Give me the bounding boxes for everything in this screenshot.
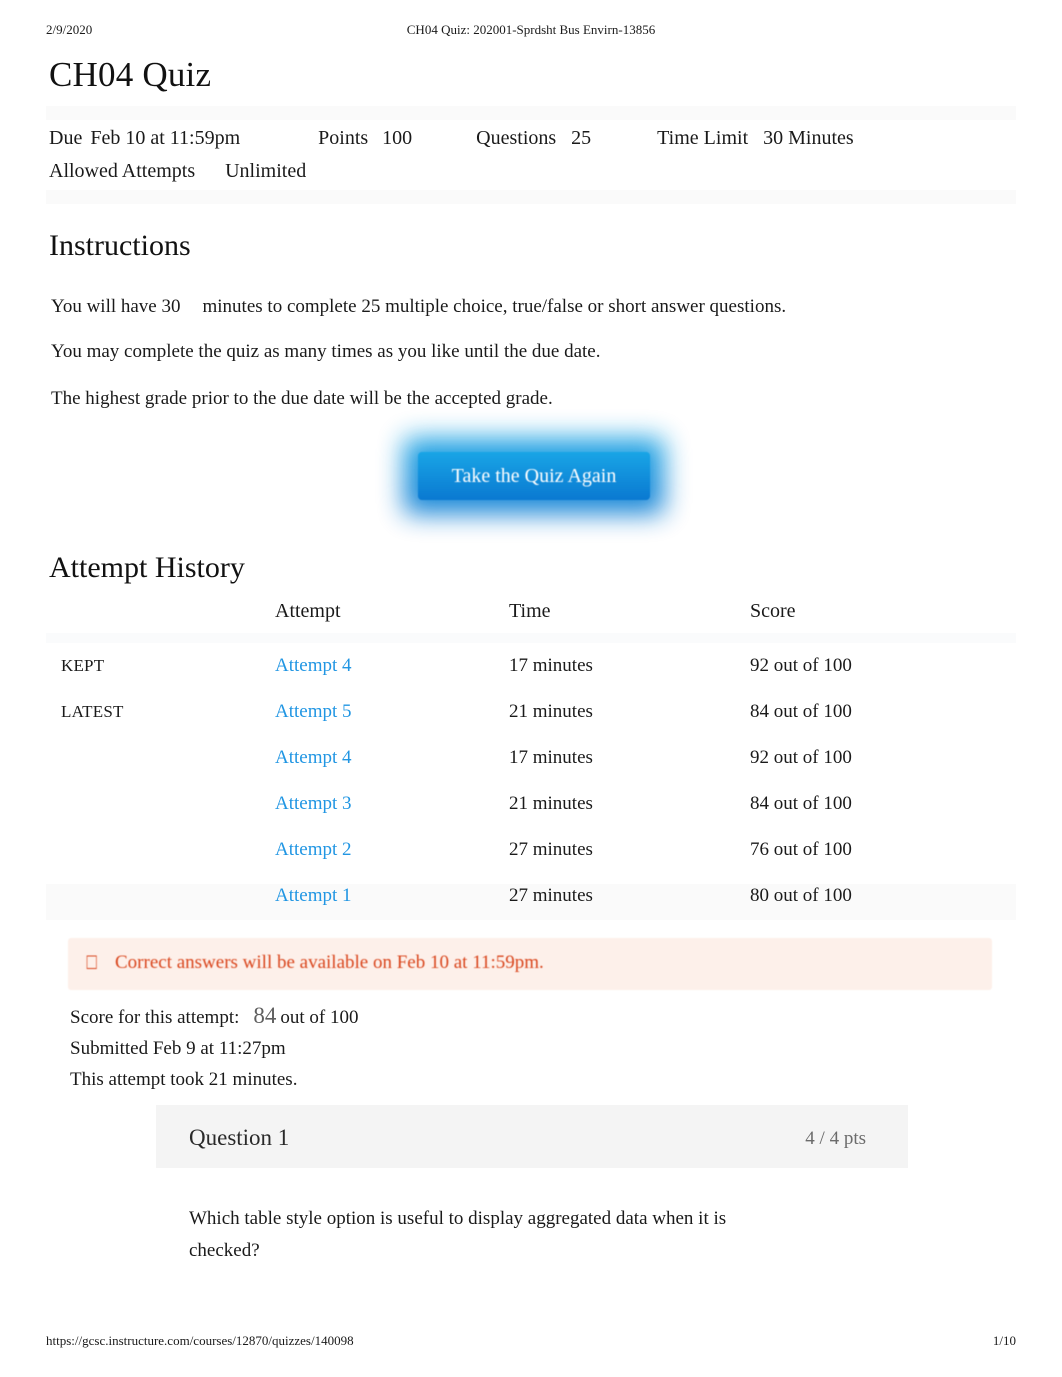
row-time: 21 minutes: [509, 701, 593, 722]
instructions-paragraph-3: The highest grade prior to the due date …: [51, 388, 553, 409]
instructions-paragraph-1: You will have 30 minutes to complete 25 m…: [51, 294, 786, 320]
score-value: 84: [253, 1003, 277, 1028]
detail-questions: Questions 25: [476, 122, 591, 155]
question-points: 4 / 4 pts: [805, 1128, 866, 1149]
column-header-flag: [46, 600, 275, 643]
attempt-history-table-wrapper: Attempt Time Score KEPT Attempt 4 17 min…: [46, 600, 1016, 919]
duration-line: This attempt took 21 minutes.: [70, 1069, 298, 1090]
notice-text: Correct answers will be available on Feb…: [115, 952, 544, 973]
instructions-line1-a: You will have 30: [51, 296, 181, 317]
table-row: Attempt 1 27 minutes 80 out of 100: [46, 873, 1016, 919]
row-attempt: Attempt 4: [275, 643, 509, 689]
column-header-attempt: Attempt: [275, 600, 341, 622]
print-footer: https://gcsc.instructure.com/courses/128…: [0, 1333, 1062, 1353]
row-flag: KEPT: [61, 656, 105, 675]
row-score: 84 out of 100: [750, 701, 852, 722]
row-flag: [46, 781, 275, 827]
print-header: 2/9/2020 CH04 Quiz: 202001-Sprdsht Bus E…: [0, 22, 1062, 42]
page-title: CH04 Quiz: [49, 55, 212, 94]
attempt-history-heading: Attempt History: [49, 551, 245, 584]
instructions-heading: Instructions: [49, 229, 191, 262]
row-score: 76 out of 100: [750, 839, 852, 860]
quiz-details: Due Feb 10 at 11:59pm Points 100 Questions 25…: [49, 122, 1009, 188]
question-text: Which table style option is useful to di…: [189, 1208, 727, 1261]
row-attempt: Attempt 5: [275, 689, 509, 735]
allowed-attempts-label: Allowed Attempts: [49, 160, 196, 182]
allowed-attempts-value: Unlimited: [225, 160, 307, 182]
row-flag: [46, 873, 275, 919]
attempt-link[interactable]: Attempt 4: [275, 655, 352, 676]
details-band-bottom: [46, 190, 1016, 204]
table-row: KEPT Attempt 4 17 minutes 92 out of 100: [46, 643, 1016, 689]
attempt-history-table: Attempt Time Score KEPT Attempt 4 17 min…: [46, 600, 1016, 919]
attempt-link[interactable]: Attempt 5: [275, 701, 352, 722]
detail-allowed-attempts: Allowed Attempts Unlimited: [49, 155, 306, 188]
questions-label: Questions: [476, 127, 557, 149]
detail-points: Points 100: [318, 122, 412, 155]
points-value: 100: [382, 127, 413, 149]
row-flag: LATEST: [61, 702, 124, 721]
time-limit-label: Time Limit: [657, 127, 749, 149]
row-attempt: Attempt 2: [275, 827, 509, 873]
table-header-row: Attempt Time Score: [46, 600, 1016, 643]
attempt-link[interactable]: Attempt 2: [275, 839, 352, 860]
take-quiz-again-button[interactable]: Take the Quiz Again: [418, 452, 650, 500]
attempt-link[interactable]: Attempt 3: [275, 793, 352, 814]
print-url: https://gcsc.instructure.com/courses/128…: [46, 1333, 354, 1348]
warning-icon: ⎕: [86, 952, 98, 974]
table-row: Attempt 4 17 minutes 92 out of 100: [46, 735, 1016, 781]
row-score: 80 out of 100: [750, 885, 852, 906]
take-quiz-again-wrapper: Take the Quiz Again: [404, 438, 664, 514]
correct-answers-notice: ⎕ Correct answers will be available on F…: [68, 938, 992, 990]
table-body: KEPT Attempt 4 17 minutes 92 out of 100 …: [46, 643, 1016, 919]
instructions-line1-b: minutes to complete 25 multiple choice, …: [202, 296, 787, 317]
print-page-number: 1/10: [992, 1333, 1016, 1348]
table-row: LATEST Attempt 5 21 minutes 84 out of 10…: [46, 689, 1016, 735]
due-label: Due: [49, 127, 83, 149]
row-time: 27 minutes: [509, 839, 593, 860]
row-score: 92 out of 100: [750, 655, 852, 676]
attempt-link[interactable]: Attempt 4: [275, 747, 352, 768]
attempt-summary: Score for this attempt: 84 out of 100 Subm…: [70, 1000, 359, 1095]
due-value: Feb 10 at 11:59pm: [90, 127, 241, 149]
score-suffix: out of 100: [280, 1007, 359, 1028]
row-time: 17 minutes: [509, 747, 593, 768]
row-attempt: Attempt 1: [275, 873, 509, 919]
detail-due: Due Feb 10 at 11:59pm: [49, 122, 240, 155]
detail-time-limit: Time Limit 30 Minutes: [657, 122, 854, 155]
submitted-line: Submitted Feb 9 at 11:27pm: [70, 1038, 286, 1059]
row-time: 21 minutes: [509, 793, 593, 814]
row-attempt: Attempt 4: [275, 735, 509, 781]
table-row: Attempt 3 21 minutes 84 out of 100: [46, 781, 1016, 827]
row-flag: [46, 735, 275, 781]
question-number: Question 1: [189, 1125, 290, 1150]
table-head: Attempt Time Score: [46, 600, 1016, 643]
points-label: Points: [318, 127, 369, 149]
row-score: 92 out of 100: [750, 747, 852, 768]
quiz-details-row-1: Due Feb 10 at 11:59pm Points 100 Questions 25…: [49, 122, 1009, 155]
quiz-details-row-2: Allowed Attempts Unlimited: [49, 155, 1009, 188]
question-card: Question 1 4 / 4 pts Which table style o…: [156, 1105, 908, 1341]
attempt-link[interactable]: Attempt 1: [275, 885, 352, 906]
table-row: Attempt 2 27 minutes 76 out of 100: [46, 827, 1016, 873]
row-time: 27 minutes: [509, 885, 593, 906]
row-time: 17 minutes: [509, 655, 593, 676]
row-attempt: Attempt 3: [275, 781, 509, 827]
column-header-time: Time: [509, 600, 551, 622]
time-limit-value: 30 Minutes: [763, 127, 854, 149]
print-document-title: CH04 Quiz: 202001-Sprdsht Bus Envirn-138…: [406, 22, 656, 37]
score-line: Score for this attempt: 84 out of 100: [70, 1000, 359, 1033]
questions-value: 25: [571, 127, 592, 149]
row-score: 84 out of 100: [750, 793, 852, 814]
details-band-top: [46, 106, 1016, 120]
score-label: Score for this attempt:: [70, 1007, 240, 1028]
column-header-score: Score: [750, 600, 796, 622]
instructions-paragraph-2: You may complete the quiz as many times …: [51, 341, 601, 362]
row-flag: [46, 827, 275, 873]
